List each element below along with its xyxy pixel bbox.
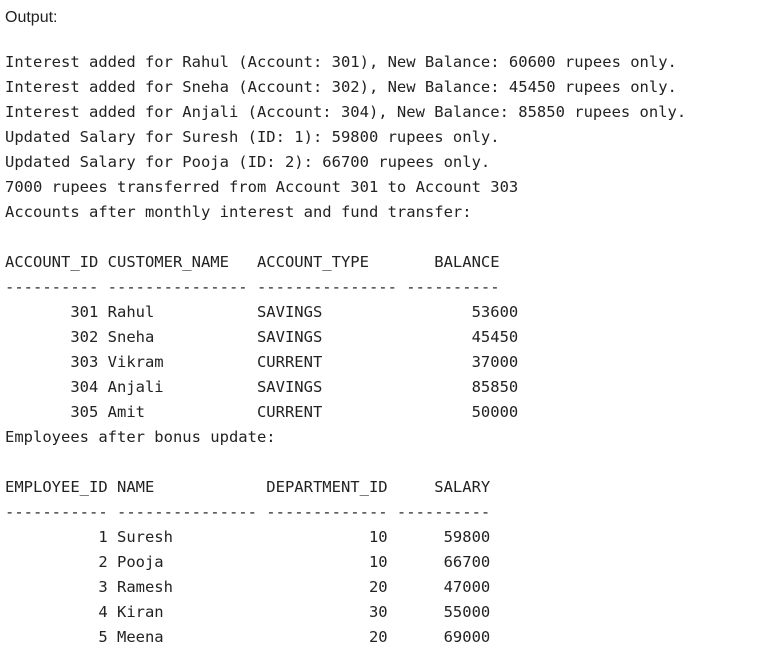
employees-caption: Employees after bonus update: [5,428,276,446]
table-row: 5 Meena 20 69000 [5,628,491,646]
employees-table-header: EMPLOYEE_ID NAME DEPARTMENT_ID SALARY [5,478,491,496]
interest-message-rahul: Interest added for Rahul (Account: 301),… [5,53,677,71]
employees-table: EMPLOYEE_ID NAME DEPARTMENT_ID SALARY --… [5,475,686,650]
interest-message-anjali: Interest added for Anjali (Account: 304)… [5,103,687,121]
salary-message-pooja: Updated Salary for Pooja (ID: 2): 66700 … [5,153,491,171]
accounts-caption: Accounts after monthly interest and fund… [5,203,472,221]
table-row: 301 Rahul SAVINGS 53600 [5,303,519,321]
interest-message-sneha: Interest added for Sneha (Account: 302),… [5,78,677,96]
transfer-message: 7000 rupees transferred from Account 301… [5,178,519,196]
console-output: Interest added for Rahul (Account: 301),… [5,50,686,650]
accounts-table-separator: ---------- --------------- -------------… [5,278,500,296]
table-row: 303 Vikram CURRENT 37000 [5,353,519,371]
table-row: 305 Amit CURRENT 50000 [5,403,519,421]
employees-table-separator: ----------- --------------- ------------… [5,503,491,521]
table-row: 304 Anjali SAVINGS 85850 [5,378,519,396]
table-row: 3 Ramesh 20 47000 [5,578,491,596]
table-row: 4 Kiran 30 55000 [5,603,491,621]
accounts-table-header: ACCOUNT_ID CUSTOMER_NAME ACCOUNT_TYPE BA… [5,253,500,271]
table-row: 1 Suresh 10 59800 [5,528,491,546]
table-row: 302 Sneha SAVINGS 45450 [5,328,519,346]
output-heading: Output: [5,9,58,26]
salary-message-suresh: Updated Salary for Suresh (ID: 1): 59800… [5,128,500,146]
table-row: 2 Pooja 10 66700 [5,553,491,571]
accounts-table: ACCOUNT_ID CUSTOMER_NAME ACCOUNT_TYPE BA… [5,250,686,425]
